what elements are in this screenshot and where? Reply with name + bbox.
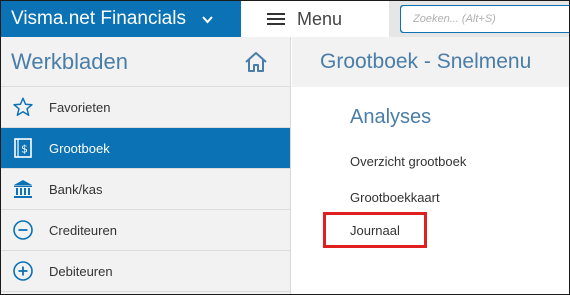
link-overzicht-grootboek[interactable]: Overzicht grootboek bbox=[350, 154, 466, 169]
menu-button[interactable]: Menu bbox=[241, 1, 389, 37]
sidebar-item-label: Crediteuren bbox=[49, 222, 117, 238]
top-bar: Visma.net Financials Menu bbox=[1, 1, 569, 37]
plus-circle-icon bbox=[11, 259, 35, 283]
highlight-box bbox=[323, 212, 427, 248]
app-title: Visma.net Financials bbox=[11, 8, 186, 29]
page-title: Grootboek - Snelmenu bbox=[320, 50, 532, 73]
section-title: Analyses bbox=[350, 106, 432, 128]
sidebar: Werkbladen Favorieten $ Grootboek Bank/k… bbox=[1, 37, 291, 294]
sidebar-item-label: Grootboek bbox=[49, 140, 110, 156]
app-switcher[interactable]: Visma.net Financials bbox=[1, 1, 241, 37]
sidebar-item-bank-kas[interactable]: Bank/kas bbox=[1, 169, 290, 210]
sidebar-item-debiteuren[interactable]: Debiteuren bbox=[1, 251, 290, 292]
ledger-icon: $ bbox=[11, 136, 35, 160]
search-input[interactable] bbox=[401, 6, 569, 32]
sidebar-item-label: Debiteuren bbox=[49, 263, 113, 279]
sidebar-item-favorieten[interactable]: Favorieten bbox=[1, 87, 290, 128]
sidebar-item-label: Bank/kas bbox=[49, 181, 103, 197]
app-window: Visma.net Financials Menu Werkbladen bbox=[0, 0, 570, 295]
menu-label: Menu bbox=[297, 8, 343, 29]
bank-icon bbox=[11, 177, 35, 201]
sidebar-item-crediteuren[interactable]: Crediteuren bbox=[1, 210, 290, 251]
page-title-bar: Grootboek - Snelmenu bbox=[292, 37, 569, 87]
chevron-down-icon bbox=[202, 13, 213, 26]
hamburger-icon bbox=[267, 10, 285, 28]
sidebar-header: Werkbladen bbox=[1, 37, 290, 87]
minus-circle-icon bbox=[11, 218, 35, 242]
sidebar-item-grootboek[interactable]: $ Grootboek bbox=[1, 128, 290, 169]
sidebar-title: Werkbladen bbox=[11, 48, 128, 74]
home-icon[interactable] bbox=[243, 49, 269, 75]
analyses-panel: Analyses Overzicht grootboek Grootboekka… bbox=[321, 96, 569, 294]
sidebar-item-label: Favorieten bbox=[49, 99, 111, 115]
link-grootboekkaart[interactable]: Grootboekkaart bbox=[350, 190, 440, 205]
star-icon bbox=[11, 95, 35, 119]
svg-text:$: $ bbox=[21, 143, 28, 156]
search-box bbox=[400, 5, 569, 33]
